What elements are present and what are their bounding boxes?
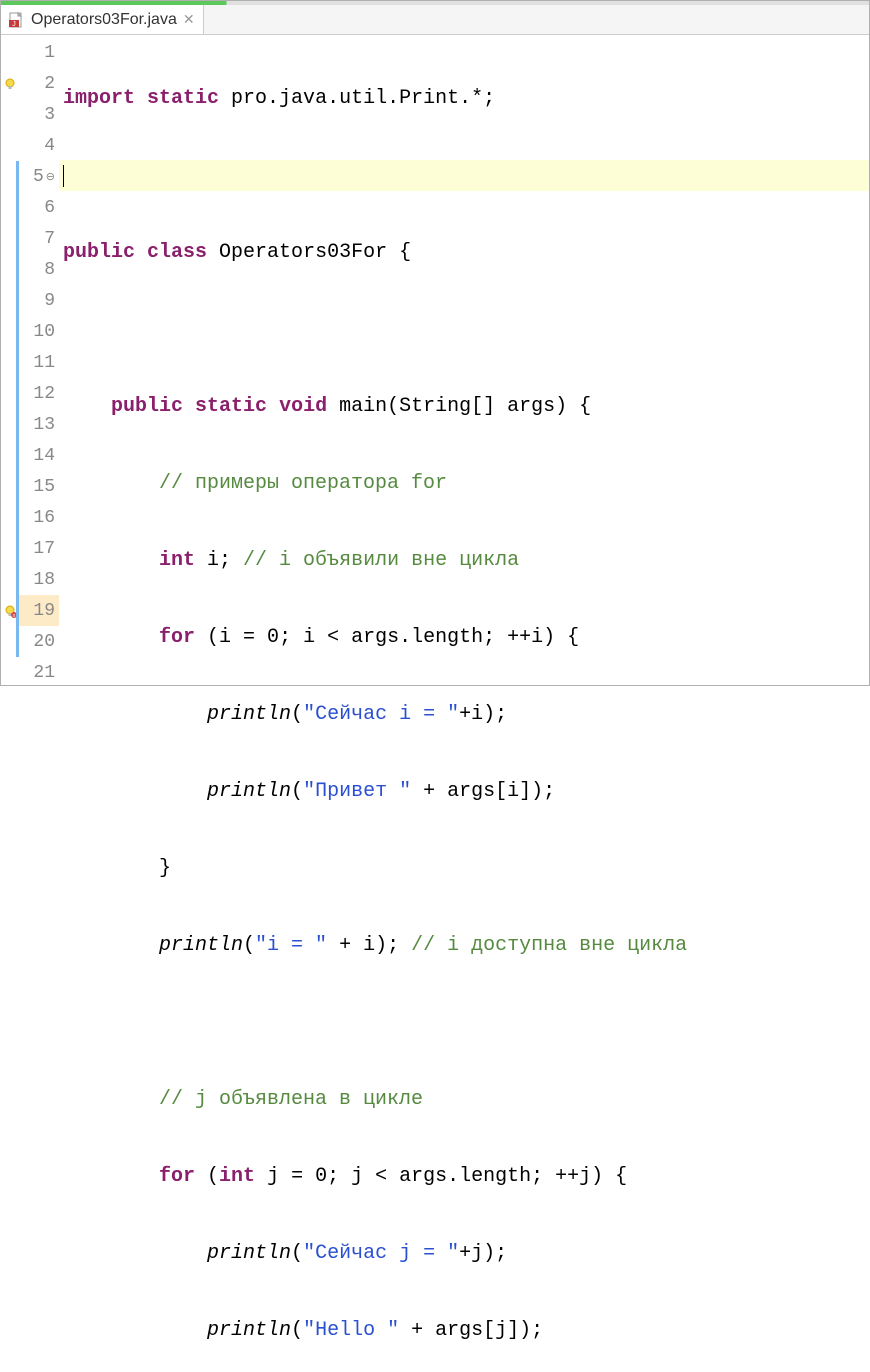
line-number: 8 bbox=[16, 254, 59, 285]
tab-filename: Operators03For.java bbox=[31, 11, 177, 29]
code-line bbox=[59, 1007, 869, 1038]
file-tab[interactable]: J Operators03For.java ✕ bbox=[1, 5, 204, 34]
code-line: println("Привет " + args[i]); bbox=[59, 776, 869, 807]
code-line: import static pro.java.util.Print.*; bbox=[59, 83, 869, 114]
fold-icon[interactable]: ⊖ bbox=[46, 170, 55, 184]
line-number: 2 bbox=[19, 68, 59, 99]
line-number: 3 bbox=[19, 99, 59, 130]
svg-text:J: J bbox=[12, 21, 16, 28]
line-number: 16 bbox=[16, 502, 59, 533]
line-number: 17 bbox=[16, 533, 59, 564]
line-number: 21 bbox=[19, 657, 59, 688]
line-number: 6 bbox=[16, 192, 59, 223]
code-line: int i; // i объявили вне цикла bbox=[59, 545, 869, 576]
line-number: 20 bbox=[16, 626, 59, 657]
close-icon[interactable]: ✕ bbox=[183, 11, 195, 28]
line-number: 5⊖ bbox=[16, 161, 59, 192]
code-line bbox=[59, 314, 869, 345]
line-number: 11 bbox=[16, 347, 59, 378]
line-number: 4 bbox=[19, 130, 59, 161]
code-line: // примеры оператора for bbox=[59, 468, 869, 499]
line-number: 14 bbox=[16, 440, 59, 471]
java-file-icon: J bbox=[9, 12, 25, 28]
line-number: 1 bbox=[19, 37, 59, 68]
editor-area: x 1 2 3 4 5⊖ 6 7 8 9 10 11 12 13 14 15 1… bbox=[1, 35, 869, 685]
code-line: println("i = " + i); // i доступна вне ц… bbox=[59, 930, 869, 961]
line-number: 13 bbox=[16, 409, 59, 440]
line-number: 18 bbox=[16, 564, 59, 595]
code-line: println("Сейчас i = "+i); bbox=[59, 699, 869, 730]
code-line: for (i = 0; i < args.length; ++i) { bbox=[59, 622, 869, 653]
code-line: println("Hello " + args[j]); bbox=[59, 1315, 869, 1346]
code-line: } bbox=[59, 853, 869, 884]
code-line: // j объявлена в цикле bbox=[59, 1084, 869, 1115]
line-number: 7 bbox=[16, 223, 59, 254]
line-number-gutter[interactable]: 1 2 3 4 5⊖ 6 7 8 9 10 11 12 13 14 15 16 … bbox=[19, 35, 59, 685]
code-line: for (int j = 0; j < args.length; ++j) { bbox=[59, 1161, 869, 1192]
code-line: public static void main(String[] args) { bbox=[59, 391, 869, 422]
code-area[interactable]: import static pro.java.util.Print.*; pub… bbox=[59, 35, 869, 685]
line-number: 15 bbox=[16, 471, 59, 502]
code-line-cursor bbox=[59, 160, 869, 191]
code-line: println("Сейчас j = "+j); bbox=[59, 1238, 869, 1269]
tab-bar: J Operators03For.java ✕ bbox=[1, 5, 869, 35]
line-number: 12 bbox=[16, 378, 59, 409]
line-number: 9 bbox=[16, 285, 59, 316]
lightbulb-icon[interactable] bbox=[1, 68, 19, 99]
text-caret bbox=[63, 165, 64, 187]
line-number: 19 bbox=[16, 595, 59, 626]
code-line: public class Operators03For { bbox=[59, 237, 869, 268]
line-number: 10 bbox=[16, 316, 59, 347]
